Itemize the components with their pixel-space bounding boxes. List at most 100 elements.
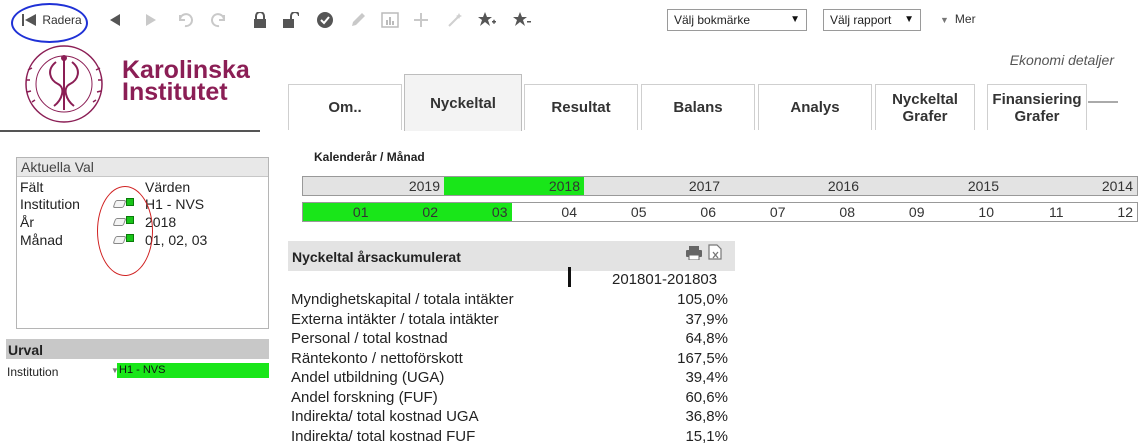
month-cell[interactable]: 02 bbox=[372, 203, 442, 221]
row-value: 60,6% bbox=[685, 388, 728, 406]
unlock-button[interactable] bbox=[280, 8, 302, 32]
redo-icon bbox=[208, 9, 230, 31]
selection-field: År bbox=[20, 214, 34, 230]
row-value: 105,0% bbox=[677, 291, 728, 308]
tab-balans[interactable]: Balans bbox=[641, 84, 755, 130]
tab-label: Resultat bbox=[551, 99, 611, 116]
unlock-icon bbox=[280, 9, 302, 31]
month-cell[interactable]: 11 bbox=[998, 203, 1068, 221]
selection-icons bbox=[112, 216, 136, 228]
mer-button[interactable]: ▼ Mer bbox=[940, 12, 976, 26]
year-cell[interactable]: 2016 bbox=[724, 177, 863, 195]
excel-export-icon[interactable] bbox=[708, 244, 722, 260]
eraser-icon[interactable] bbox=[112, 236, 127, 244]
tab-om[interactable]: Om.. bbox=[288, 84, 402, 130]
lock-state-icon bbox=[126, 216, 134, 224]
month-cell[interactable]: 12 bbox=[1068, 203, 1138, 221]
logo-line2: Institutet bbox=[122, 78, 228, 106]
month-cell[interactable]: 01 bbox=[303, 203, 373, 221]
edit-button[interactable] bbox=[347, 8, 369, 32]
bookmark-select-value: Välj bokmärke bbox=[674, 13, 751, 27]
calendar-title: Kalenderår / Månad bbox=[314, 150, 425, 164]
table-row: Myndighetskapital / totala intäkter 105,0… bbox=[288, 291, 735, 310]
chart-button[interactable] bbox=[379, 8, 401, 32]
first-page-icon bbox=[18, 9, 40, 31]
month-cell[interactable]: 03 bbox=[442, 203, 512, 221]
row-label: Personal / total kostnad bbox=[291, 330, 448, 347]
logo-text: Karolinska Institutet bbox=[122, 58, 250, 106]
eraser-icon[interactable] bbox=[112, 200, 127, 208]
table-row: Indirekta/ total kostnad UGA 36,8% bbox=[288, 408, 735, 427]
dropdown-arrow-icon: ▼ bbox=[790, 14, 800, 25]
tab-label: Analys bbox=[790, 99, 840, 116]
tab-finansiering-grafer[interactable]: Finansiering Grafer bbox=[987, 84, 1087, 130]
check-button[interactable] bbox=[314, 8, 336, 32]
toolbar: Radera Välj bokmärke ▼ Välj rapport ▼ ▼ … bbox=[0, 0, 1146, 43]
row-value: 36,8% bbox=[685, 408, 728, 425]
lock-button[interactable] bbox=[249, 8, 271, 32]
plus-icon bbox=[410, 9, 432, 31]
selection-field: Institution bbox=[20, 196, 80, 212]
forward-button[interactable] bbox=[140, 8, 162, 32]
tab-end-line bbox=[1088, 101, 1118, 103]
selection-icons bbox=[112, 234, 136, 246]
selection-value: 01, 02, 03 bbox=[145, 232, 208, 248]
mer-label: Mer bbox=[954, 12, 976, 26]
month-cell[interactable]: 07 bbox=[720, 203, 790, 221]
row-value: 37,9% bbox=[685, 310, 728, 328]
back-button[interactable] bbox=[104, 8, 126, 32]
tab-label: Balans bbox=[673, 99, 723, 116]
month-cell[interactable]: 04 bbox=[512, 203, 582, 221]
row-value: 64,8% bbox=[685, 330, 728, 347]
month-cell[interactable]: 06 bbox=[651, 203, 721, 221]
year-cell[interactable]: 2018 bbox=[444, 177, 584, 195]
year-cell[interactable]: 2014 bbox=[1003, 177, 1137, 195]
lock-state-icon bbox=[126, 234, 134, 242]
row-value: 167,5% bbox=[677, 349, 728, 367]
col-header-varden: Värden bbox=[145, 179, 191, 195]
row-label: Räntekonto / nettoförskott bbox=[291, 349, 463, 367]
year-cell[interactable]: 2017 bbox=[584, 177, 724, 195]
column-header-marker bbox=[568, 267, 571, 287]
star-minus-icon bbox=[511, 9, 533, 31]
tab-label: Om.. bbox=[328, 99, 362, 116]
table-row: Andel utbildning (UGA) 39,4% bbox=[288, 369, 735, 388]
month-cell[interactable]: 10 bbox=[929, 203, 999, 221]
selection-field: Månad bbox=[20, 232, 63, 248]
current-selections-caption: Aktuella Val bbox=[17, 158, 268, 177]
undo-button[interactable] bbox=[174, 8, 196, 32]
print-icon[interactable] bbox=[686, 246, 702, 260]
radera-button[interactable]: Radera bbox=[10, 8, 90, 32]
wand-button[interactable] bbox=[444, 8, 466, 32]
page-title: Ekonomi detaljer bbox=[1009, 52, 1114, 68]
add-bookmark-button[interactable] bbox=[476, 8, 498, 32]
report-select[interactable]: Välj rapport ▼ bbox=[823, 9, 921, 31]
add-button[interactable] bbox=[410, 8, 432, 32]
remove-bookmark-button[interactable] bbox=[511, 8, 533, 32]
month-cell[interactable]: 05 bbox=[581, 203, 651, 221]
report-select-value: Välj rapport bbox=[830, 13, 892, 27]
urval-institution-label: Institution bbox=[7, 365, 59, 379]
tab-nyckeltal[interactable]: Nyckeltal bbox=[404, 74, 522, 131]
year-cell[interactable]: 2019 bbox=[303, 177, 444, 195]
eraser-icon[interactable] bbox=[112, 218, 127, 226]
row-label: Indirekta/ total kostnad FUF bbox=[291, 427, 476, 445]
urval-institution-value[interactable]: H1 - NVS bbox=[117, 363, 269, 378]
bookmark-select[interactable]: Välj bokmärke ▼ bbox=[667, 9, 807, 31]
row-label: Externa intäkter / totala intäkter bbox=[291, 310, 499, 328]
tab-resultat[interactable]: Resultat bbox=[524, 84, 638, 130]
redo-button[interactable] bbox=[208, 8, 230, 32]
lock-state-icon bbox=[126, 198, 134, 206]
tab-nyckeltal-grafer[interactable]: Nyckeltal Grafer bbox=[875, 84, 975, 130]
month-cell[interactable]: 09 bbox=[859, 203, 929, 221]
month-listbox: 01 02 03 04 05 06 07 08 09 10 11 12 bbox=[302, 202, 1138, 222]
current-selections-box: Aktuella Val Fält Värden Institution H1 … bbox=[16, 157, 269, 329]
tab-label: Nyckeltal Grafer bbox=[892, 90, 958, 125]
period-column-header: 201801-201803 bbox=[612, 271, 718, 288]
tab-analys[interactable]: Analys bbox=[758, 84, 872, 130]
chart-icon bbox=[379, 9, 401, 31]
radera-label: Radera bbox=[42, 13, 82, 27]
lock-icon bbox=[249, 9, 271, 31]
year-cell[interactable]: 2015 bbox=[863, 177, 1003, 195]
month-cell[interactable]: 08 bbox=[790, 203, 860, 221]
